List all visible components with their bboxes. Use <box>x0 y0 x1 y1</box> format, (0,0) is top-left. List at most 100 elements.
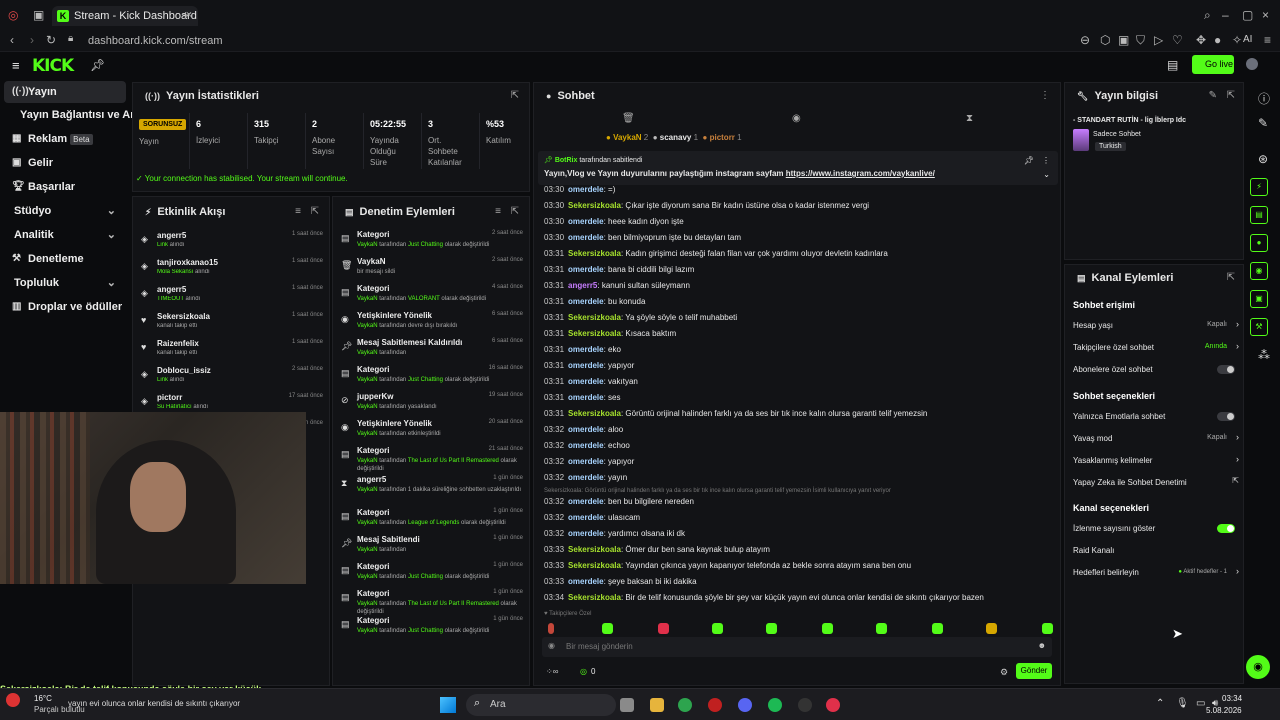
explorer-icon[interactable] <box>650 698 664 712</box>
filter-icon[interactable]: ≡ <box>495 206 501 217</box>
rail-broadcast-icon[interactable]: ◉ <box>1250 262 1268 280</box>
list-item[interactable]: ▤ Kategori VaykaN tarafından League of Leg… <box>333 505 529 532</box>
chat-username[interactable]: Sekersizkoala <box>568 545 621 554</box>
spotify-icon[interactable] <box>768 698 782 712</box>
obs-icon[interactable] <box>798 698 812 712</box>
list-item[interactable]: ▤ Kategori VaykaN tarafından Just Chatting… <box>333 559 529 586</box>
emote-icon[interactable] <box>986 623 997 634</box>
info-icon[interactable]: ⓘ <box>1258 90 1270 107</box>
chat-username[interactable]: Sekersizkoala <box>568 593 621 602</box>
pinned-link[interactable]: https://www.instagram.com/vaykanlive/ <box>786 169 935 178</box>
chat-username[interactable]: omerdele <box>568 441 604 450</box>
chevron-down-icon[interactable]: ⌄ <box>1043 170 1050 179</box>
chat-username[interactable]: omerdele <box>568 185 604 194</box>
workspace-icon[interactable]: ▣ <box>33 8 44 22</box>
chat-bubble-icon[interactable]: ◉ <box>792 113 801 124</box>
chat-username[interactable]: omerdele <box>568 377 604 386</box>
sidebar-item-gelir[interactable]: ▣ Gelir <box>0 152 128 174</box>
viewer-count-toggle[interactable] <box>1217 524 1235 533</box>
opera-logo-icon[interactable]: ◎ <box>8 8 18 22</box>
rail-wrench-icon[interactable]: ⚒ <box>1250 318 1268 336</box>
emoji-icon[interactable]: ☻ <box>1038 641 1046 650</box>
emote-icon[interactable] <box>602 623 613 634</box>
sidebar-item-studyo[interactable]: Stüdyo ⌄ <box>0 200 128 222</box>
chat-username[interactable]: Sekersizkoala <box>568 329 621 338</box>
list-item[interactable]: 📌︎ Mesaj Sabitlendi VaykaN tarafından 1 gün… <box>333 532 529 559</box>
monitor-icon[interactable]: ▭ <box>1196 698 1205 709</box>
emote-icon[interactable] <box>876 623 887 634</box>
chat-settings-icon[interactable]: ⚙ <box>1000 667 1008 678</box>
trash-icon[interactable]: 🗑︎ <box>622 113 635 124</box>
app-red-icon[interactable] <box>708 698 722 712</box>
opera-icon[interactable] <box>826 698 840 712</box>
chat-username[interactable]: omerdele <box>568 233 604 242</box>
rail-list-icon[interactable]: ▤ <box>1250 206 1268 224</box>
taskview-icon[interactable] <box>620 698 634 712</box>
emote-icon[interactable] <box>932 623 943 634</box>
popout-icon[interactable]: ⇱ <box>1227 90 1235 101</box>
emote-icon[interactable] <box>548 623 554 634</box>
list-item[interactable]: ▤ Kategori VaykaN tarafından Just Chatting… <box>333 362 529 389</box>
chat-username[interactable]: omerdele <box>568 361 604 370</box>
emote-icon[interactable] <box>766 623 777 634</box>
chat-username[interactable]: omerdele <box>568 345 604 354</box>
taskbar-search[interactable]: ⌕ Ara <box>466 694 616 716</box>
chat-username[interactable]: Sekersizkoala <box>568 561 621 570</box>
windows-start-icon[interactable] <box>440 697 456 713</box>
raid-row[interactable]: Raid Kanalı <box>1073 546 1241 555</box>
maximize-icon[interactable]: ▢ <box>1242 8 1253 22</box>
ai-icon[interactable]: ✧ <box>1232 33 1242 47</box>
url-field[interactable]: dashboard.kick.com/stream <box>88 35 223 47</box>
discord-icon[interactable] <box>738 698 752 712</box>
list-item[interactable]: 🗑︎ VaykaN bir mesajı sildi 2 saat önce <box>333 254 529 281</box>
back-icon[interactable]: ‹ <box>10 33 14 47</box>
popout-icon[interactable]: ⇱ <box>1227 272 1235 283</box>
chat-username[interactable]: omerdele <box>568 425 604 434</box>
chat-username[interactable]: Sekersizkoala <box>568 313 621 322</box>
heart-icon[interactable]: ♡ <box>1172 33 1183 47</box>
settings-card-icon[interactable]: ▤ <box>1167 58 1178 72</box>
go-live-button[interactable]: Go live <box>1192 55 1234 74</box>
list-item[interactable]: ♥ Raizenfelix kanalı takip etti 1 saat önce <box>133 335 329 362</box>
emote-only-toggle[interactable] <box>1217 412 1235 421</box>
chat-username[interactable]: omerdele <box>568 297 604 306</box>
shield-icon[interactable]: ⛉ <box>1136 33 1145 48</box>
chat-username[interactable]: omerdele <box>568 529 604 538</box>
list-item[interactable]: ⧗ angerr5 VaykaN tarafından 1 dakika sürel… <box>333 472 529 499</box>
tray-chevron-icon[interactable]: ⌃ <box>1156 698 1164 709</box>
edit-icon[interactable]: ✎ <box>1258 116 1268 130</box>
mic-icon[interactable]: 🎙︎ <box>1176 698 1189 709</box>
forward-icon[interactable]: › <box>30 33 34 47</box>
zoom-icon[interactable]: ⊖ <box>1080 33 1090 47</box>
list-item[interactable]: ▤ Kategori VaykaN tarafından Just Chatting… <box>333 613 529 640</box>
pin-icon[interactable]: 📌︎ <box>90 58 105 72</box>
chat-username[interactable]: Sekersizkoala <box>568 409 621 418</box>
menu-icon[interactable]: ≡ <box>1264 33 1271 47</box>
list-item[interactable]: ▤ Kategori VaykaN tarafından The Last of U… <box>333 443 529 472</box>
chat-username[interactable]: angerr5 <box>568 281 597 290</box>
unpin-icon[interactable]: 📌︎ <box>1024 156 1034 165</box>
rail-chat-icon[interactable]: ● <box>1250 234 1268 252</box>
emote-icon[interactable] <box>822 623 833 634</box>
kick-logo[interactable]: KICK <box>32 56 74 76</box>
list-item[interactable]: 📌︎ Mesaj Sabitlemesi Kaldırıldı VaykaN tar… <box>333 335 529 362</box>
hourglass-icon[interactable]: ⧗ <box>966 113 973 124</box>
help-chat-button[interactable]: ◉ <box>1246 655 1270 679</box>
play-icon[interactable]: ▷ <box>1154 33 1163 47</box>
chat-username[interactable]: omerdele <box>568 513 604 522</box>
sidebar-item-analitik[interactable]: Analitik ⌄ <box>0 224 128 246</box>
list-item[interactable]: ◈ tanjiroxkanao15 Mola Sekansı alındı 1 saa… <box>133 254 329 281</box>
ai-moderation-row[interactable]: Yapay Zeka ile Sohbet Denetimi ⇱ <box>1073 476 1241 487</box>
close-window-icon[interactable]: × <box>1262 8 1269 22</box>
more-icon[interactable]: ⋮ <box>1042 156 1050 165</box>
chat-username[interactable]: omerdele <box>568 457 604 466</box>
list-item[interactable]: ◈ Doblocu_issiz Link alındı 2 saat önce <box>133 362 329 389</box>
filter-icon[interactable]: ≡ <box>295 206 301 217</box>
snapshot-icon[interactable]: ▣ <box>1118 33 1129 47</box>
sidebar-item-topluluk[interactable]: Topluluk ⌄ <box>0 272 128 294</box>
chat-username[interactable]: omerdele <box>568 473 604 482</box>
list-item[interactable]: ◉ Yetişkinlere Yönelik VaykaN tarafından e… <box>333 416 529 443</box>
popout-icon[interactable]: ⇱ <box>511 206 519 217</box>
sidebar-item-basarilar[interactable]: 🏆︎ Başarılar <box>0 176 128 198</box>
chat-username[interactable]: omerdele <box>568 497 604 506</box>
